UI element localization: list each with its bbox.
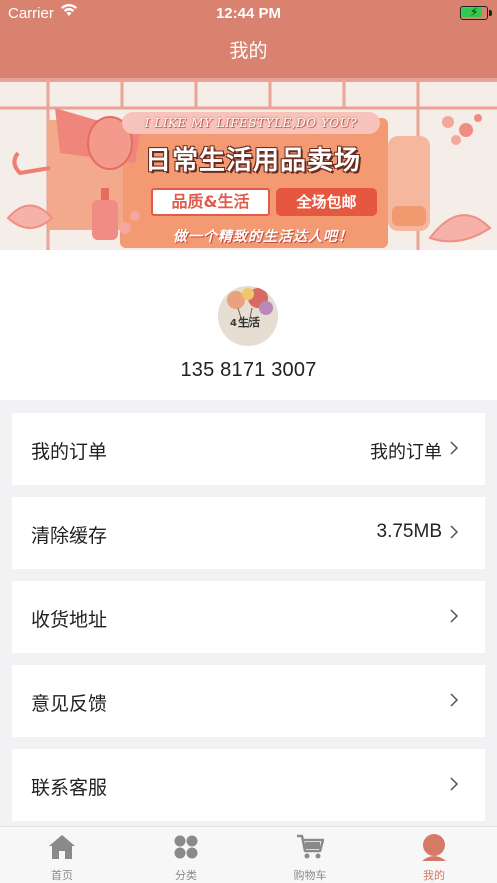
tab-label: 首页 [51, 869, 73, 882]
clock: 12:44 PM [215, 5, 282, 22]
page-title: 我的 [229, 40, 268, 62]
tab-category[interactable]: 分类 [124, 827, 248, 883]
banner-slogan: 做一个精致的生活达人吧！ [173, 229, 353, 245]
avatar[interactable]: 4 生活 [218, 286, 278, 346]
menu-row-orders[interactable]: 我的订单 我的订单 [12, 413, 485, 485]
tab-label: 我的 [423, 869, 445, 882]
menu-row-customer-service[interactable]: 联系客服 [12, 749, 485, 821]
promo-banner[interactable]: I LIKE MY LIFESTYLE,DO YOU? 日常生活用品卖场 品质&… [0, 78, 497, 250]
grid-icon [174, 835, 198, 859]
top-bar: Carrier 12:44 PM ⚡ 我的 [0, 0, 497, 78]
quality-badge: 品质&生活 [151, 188, 270, 216]
menu-row-label: 意见反馈 [31, 693, 108, 715]
free-shipping-badge: 全场包邮 [276, 188, 377, 216]
cache-size: 3.75MB [376, 521, 442, 542]
menu-row-clear-cache[interactable]: 清除缓存 3.75MB [12, 497, 485, 569]
user-icon [422, 834, 446, 861]
banner-headline: 日常生活用品卖场 [144, 146, 361, 176]
menu-row-label: 清除缓存 [31, 525, 108, 547]
menu-row-label: 收货地址 [31, 609, 108, 631]
home-icon [49, 835, 75, 859]
chevron-right-icon [450, 693, 459, 707]
menu-row-address[interactable]: 收货地址 [12, 581, 485, 653]
svg-text:4: 4 [230, 318, 237, 329]
status-bar: Carrier 12:44 PM ⚡ [0, 0, 497, 28]
tab-me[interactable]: 我的 [372, 827, 496, 883]
tab-label: 分类 [175, 869, 197, 882]
chevron-right-icon [450, 525, 459, 539]
tab-home[interactable]: 首页 [0, 827, 124, 883]
avatar-text: 生活 [238, 316, 260, 329]
tab-cart[interactable]: 购物车 [248, 827, 372, 883]
phone-number: 135 8171 3007 [180, 359, 317, 381]
menu-row-label: 我的订单 [31, 441, 108, 463]
banner-tagline: I LIKE MY LIFESTYLE,DO YOU? [122, 112, 380, 134]
menu-row-value: 我的订单 [370, 442, 442, 463]
menu-row-feedback[interactable]: 意见反馈 [12, 665, 485, 737]
chevron-right-icon [450, 609, 459, 623]
chevron-right-icon [450, 777, 459, 791]
tab-bar: 首页 分类 购物车 我的 [0, 826, 497, 883]
chevron-right-icon [450, 441, 459, 455]
menu-row-label: 联系客服 [31, 777, 108, 799]
battery-icon: ⚡ [460, 5, 492, 20]
cart-icon [297, 834, 324, 859]
tab-label: 购物车 [293, 869, 327, 882]
profile-section: 4 生活 135 8171 3007 [0, 250, 497, 400]
